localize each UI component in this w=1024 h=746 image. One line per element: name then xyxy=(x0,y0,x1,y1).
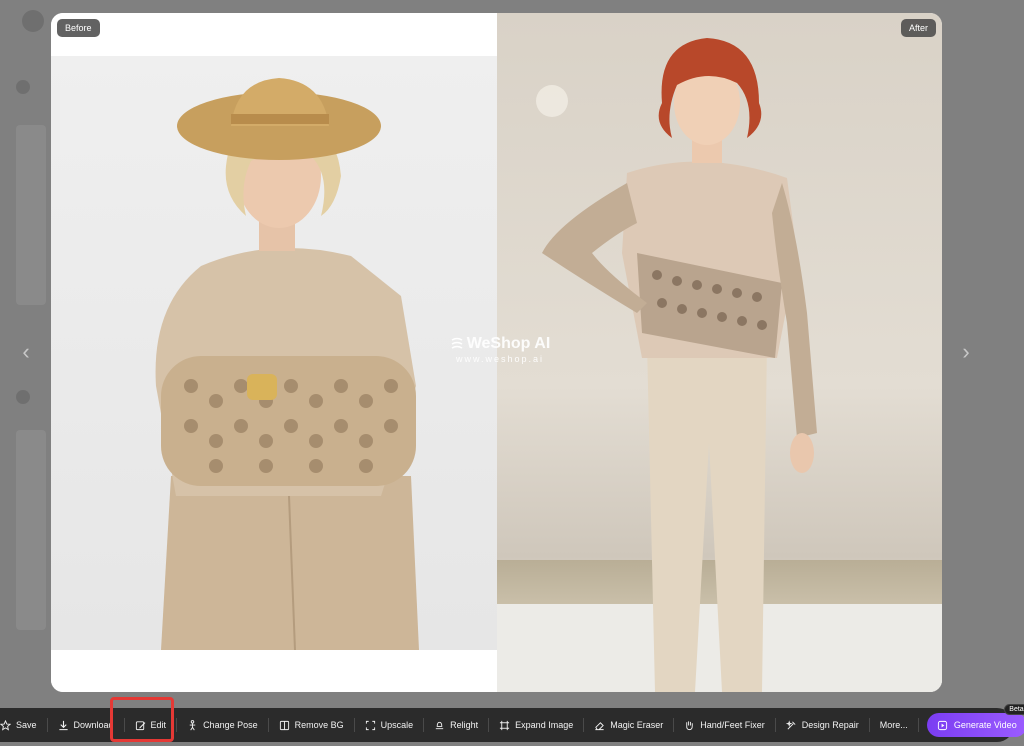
generate-video-button[interactable]: Generate Video Beta xyxy=(926,704,1024,737)
background-avatar xyxy=(22,10,44,32)
after-badge: After xyxy=(900,19,936,37)
download-label: Download xyxy=(73,720,114,730)
edit-icon xyxy=(135,720,145,730)
generate-video-label: Generate Video xyxy=(953,720,1017,730)
change-pose-button[interactable]: Change Pose xyxy=(177,708,268,742)
change-pose-label: Change Pose xyxy=(203,720,258,730)
next-image-arrow[interactable]: › xyxy=(956,340,976,364)
edit-button[interactable]: Edit xyxy=(125,708,177,742)
hand-icon xyxy=(686,720,693,730)
star-icon xyxy=(0,719,11,731)
more-label: More... xyxy=(879,720,908,730)
toolbar-divider xyxy=(917,718,919,732)
pose-icon xyxy=(189,719,196,730)
before-after-viewer: Before After WeShop AI www.weshop.ai xyxy=(51,13,942,692)
remove-bg-label: Remove BG xyxy=(294,720,344,730)
beta-badge: Beta xyxy=(1004,704,1024,715)
after-pane: After xyxy=(497,13,942,692)
expand-image-button[interactable]: Expand Image xyxy=(489,708,583,742)
eraser-icon xyxy=(595,721,605,730)
weshop-logo-icon xyxy=(451,337,463,349)
expand-image-label: Expand Image xyxy=(515,720,574,730)
before-model-illustration xyxy=(155,78,419,651)
watermark-url: www.weshop.ai xyxy=(455,354,545,364)
background-avatar xyxy=(16,80,30,94)
relight-button[interactable]: Relight xyxy=(424,708,488,742)
upscale-label: Upscale xyxy=(380,720,414,730)
after-model-illustration xyxy=(536,38,817,692)
upscale-icon xyxy=(365,720,375,730)
more-button[interactable]: More... xyxy=(870,708,918,742)
design-repair-button[interactable]: Design Repair xyxy=(776,708,869,742)
edit-label: Edit xyxy=(150,720,167,730)
watermark: WeShop AI www.weshop.ai xyxy=(440,335,560,364)
relight-label: Relight xyxy=(450,720,479,730)
save-button[interactable]: Save xyxy=(0,708,47,742)
download-button[interactable]: Download xyxy=(48,708,124,742)
before-pane: Before xyxy=(51,13,497,692)
relight-icon xyxy=(435,721,444,729)
design-repair-label: Design Repair xyxy=(801,720,859,730)
before-badge: Before xyxy=(57,19,100,37)
background-thumbnail xyxy=(16,125,46,305)
image-action-toolbar: Save Download Edit Change Pose Remove BG… xyxy=(0,704,1024,742)
save-label: Save xyxy=(16,720,37,730)
remove-bg-button[interactable]: Remove BG xyxy=(269,708,354,742)
download-icon xyxy=(58,720,68,730)
magic-eraser-button[interactable]: Magic Eraser xyxy=(584,708,673,742)
hand-feet-fixer-button[interactable]: Hand/Feet Fixer xyxy=(674,708,775,742)
watermark-brand: WeShop AI xyxy=(440,335,560,353)
before-photo xyxy=(51,56,497,651)
design-repair-icon xyxy=(785,719,796,729)
expand-icon xyxy=(500,720,510,730)
watermark-brand-text: WeShop AI xyxy=(466,335,551,352)
video-icon xyxy=(937,720,947,730)
previous-image-arrow[interactable]: ‹ xyxy=(16,340,36,364)
upscale-button[interactable]: Upscale xyxy=(355,708,424,742)
hand-feet-fixer-label: Hand/Feet Fixer xyxy=(700,720,765,730)
remove-bg-icon xyxy=(279,720,289,730)
background-avatar xyxy=(16,390,30,404)
background-thumbnail xyxy=(16,430,46,630)
magic-eraser-label: Magic Eraser xyxy=(610,720,664,730)
